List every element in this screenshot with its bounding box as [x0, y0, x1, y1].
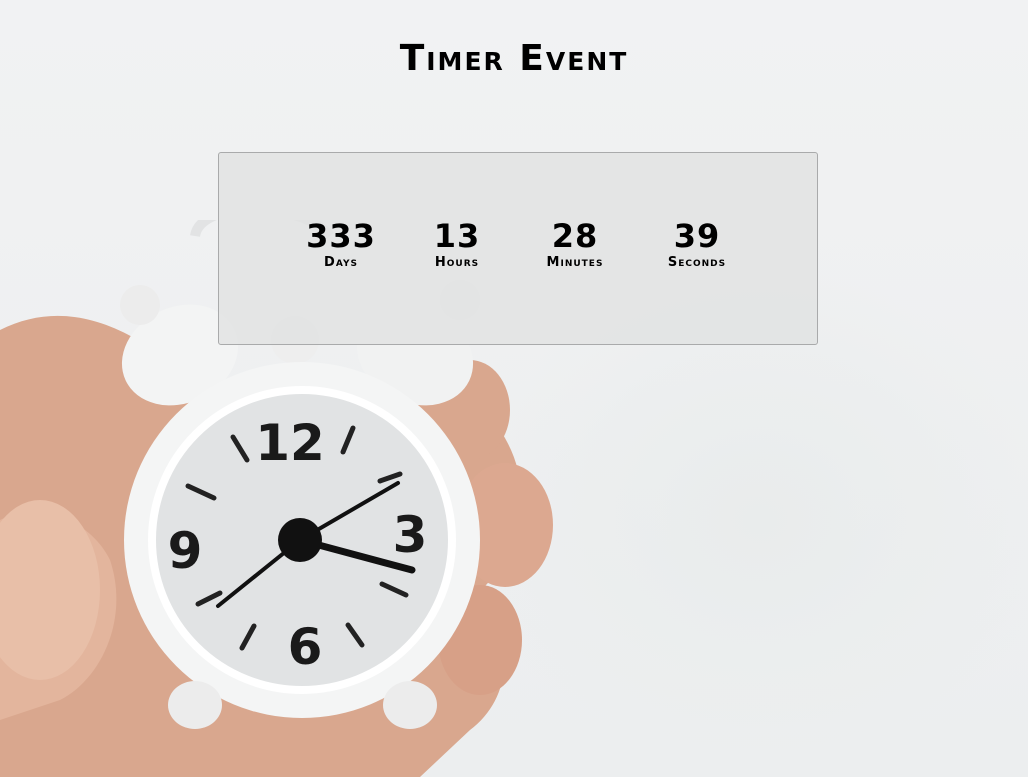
days-value: 333 [306, 217, 376, 255]
svg-text:3: 3 [393, 506, 428, 564]
hours-value: 13 [433, 217, 481, 255]
page-title: Timer Event [399, 38, 629, 79]
seconds-value: 39 [673, 217, 721, 255]
countdown-days: 333 Days [281, 217, 401, 271]
svg-text:12: 12 [255, 414, 325, 472]
countdown-hours: 13 Hours [397, 217, 517, 271]
hours-label: Hours [434, 255, 480, 270]
countdown-minutes: 28 Minutes [515, 217, 635, 271]
svg-text:6: 6 [288, 618, 323, 676]
seconds-label: Seconds [667, 255, 727, 270]
countdown-panel: 333 Days 13 Hours 28 Minutes 39 Seconds [218, 152, 818, 345]
minutes-label: Minutes [546, 255, 604, 270]
clock-center [278, 518, 322, 562]
countdown-seconds: 39 Seconds [637, 217, 757, 271]
svg-text:9: 9 [168, 522, 203, 580]
days-label: Days [324, 255, 358, 270]
minutes-value: 28 [551, 217, 599, 255]
